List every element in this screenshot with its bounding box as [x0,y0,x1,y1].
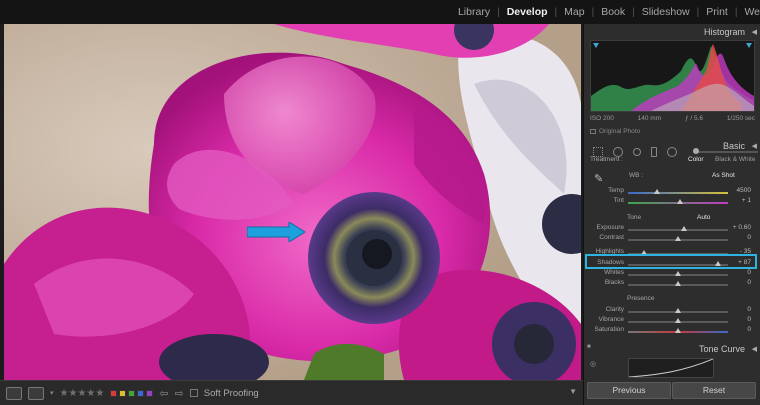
target-adjustment-icon[interactable]: ◎ [590,360,596,368]
vibrance-value[interactable]: 0 [729,316,751,323]
whites-slider-thumb[interactable] [675,271,681,276]
exposure-value[interactable]: + 0.60 [729,224,751,231]
next-photo-arrow-icon[interactable]: ⇨ [175,387,184,400]
contrast-slider-thumb[interactable] [675,236,681,241]
before-after-button[interactable] [28,386,44,400]
tone-curve-graph[interactable] [628,358,714,378]
exposure-slider-thumb[interactable] [681,226,687,231]
treatment-bw-option[interactable]: Black & White [715,156,755,163]
saturation-label: Saturation [594,326,624,333]
clarity-value[interactable]: 0 [729,306,751,313]
collapse-triangle-icon[interactable]: ◀ [752,345,757,353]
module-picker: Library | Develop | Map | Book | Slideshow | … [0,0,760,24]
annotation-arrow-icon [247,222,306,242]
view-dropdown-icon[interactable]: ▾ [50,389,54,397]
saturation-slider-thumb[interactable] [675,328,681,333]
aperture-value: ƒ / 5.6 [684,115,704,122]
histogram-panel-header[interactable]: Histogram ◀ [584,25,760,39]
histogram-chart [590,40,755,112]
original-photo-icon [590,129,596,134]
original-photo-label: Original Photo [599,128,641,135]
exposure-label: Exposure [596,224,624,231]
histogram-graph [591,43,754,111]
contrast-value[interactable]: 0 [729,234,751,241]
temp-slider-track[interactable] [628,192,728,194]
basic-panel-header[interactable]: Basic ◀ [584,139,760,153]
module-web[interactable]: We [737,6,760,18]
module-book[interactable]: Book [594,6,632,18]
white-balance-eyedropper-icon[interactable]: ✎ [594,172,603,185]
previous-button[interactable]: Previous [587,382,671,399]
histogram-title: Histogram [703,27,745,37]
exposure-slider-track[interactable] [628,229,728,231]
tone-curve-panel-header[interactable]: ■ Tone Curve ◀ [584,342,760,356]
tint-label: Tint [613,197,624,204]
loupe-view-button[interactable] [6,386,22,400]
module-library[interactable]: Library [451,6,497,18]
red-label-swatch[interactable] [110,389,118,397]
whites-label: Whites [604,269,624,276]
module-list: Library | Develop | Map | Book | Slideshow | … [451,0,760,24]
vibrance-slider-thumb[interactable] [675,318,681,323]
histogram-exif: ISO 200 140 mm ƒ / 5.6 1/250 sec [590,115,755,122]
collapse-triangle-icon[interactable]: ◀ [752,28,757,36]
iso-value: ISO 200 [590,115,614,122]
treatment-label: Treatment : [590,156,623,163]
green-label-swatch[interactable] [128,389,136,397]
whites-value[interactable]: 0 [729,269,751,276]
shutter-speed-value: 1/250 sec [726,115,755,122]
highlight-clipping-indicator-icon[interactable] [746,43,752,48]
vibrance-label: Vibrance [598,316,624,323]
reset-button[interactable]: Reset [672,382,756,399]
focal-length-value: 140 mm [637,115,662,122]
tint-slider-thumb[interactable] [677,199,683,204]
tone-curve-line [628,358,714,378]
wb-preset-select[interactable]: As Shot [712,172,735,179]
purple-label-swatch[interactable] [146,389,154,397]
wb-label: WB : [629,172,644,179]
module-print[interactable]: Print [699,6,735,18]
collapse-triangle-icon[interactable]: ◀ [752,142,757,150]
basic-title: Basic [722,141,745,151]
contrast-label: Contrast [599,234,624,241]
saturation-value[interactable]: 0 [729,326,751,333]
toolbar-dropdown-icon[interactable]: ▼ [569,387,577,396]
module-develop[interactable]: Develop [500,6,555,18]
previous-photo-arrow-icon[interactable]: ⇦ [159,387,168,400]
tone-auto-button[interactable]: Auto [697,214,710,221]
blue-label-swatch[interactable] [137,389,145,397]
module-map[interactable]: Map [557,6,591,18]
yellow-label-swatch[interactable] [119,389,127,397]
blacks-value[interactable]: 0 [729,279,751,286]
tone-label: Tone [627,214,642,221]
original-photo-indicator: Original Photo [590,128,640,135]
shadows-highlight-box [585,254,757,269]
clarity-label: Clarity [605,306,624,313]
bottom-toolbar: ▾ ★★★★★ ⇦ ⇨ Soft Proofing ▼ [0,380,583,405]
temp-value[interactable]: 4500 [729,187,751,194]
photo-canvas[interactable] [4,24,581,380]
develop-right-panel: Histogram ◀ ISO 200 140 mm ƒ / 5.6 1/250… [583,24,760,405]
temp-label: Temp [608,187,624,194]
blacks-label: Blacks [604,279,624,286]
soft-proofing-checkbox[interactable] [189,389,198,397]
rating-stars[interactable]: ★★★★★ [60,388,105,399]
temp-slider-thumb[interactable] [654,189,660,194]
clarity-slider-thumb[interactable] [675,308,681,313]
presence-label: Presence [627,295,655,302]
module-slideshow[interactable]: Slideshow [635,6,697,18]
color-labels [110,389,154,397]
tone-curve-title: Tone Curve [698,344,745,354]
shadow-clipping-indicator-icon[interactable] [593,43,599,48]
anemone-flower-photo [4,24,581,380]
treatment-color-option[interactable]: Color [688,156,704,163]
tint-value[interactable]: + 1 [729,197,751,204]
blacks-slider-thumb[interactable] [675,281,681,286]
panel-switch-icon[interactable]: ■ [587,344,591,350]
soft-proofing-label: Soft Proofing [203,387,259,399]
